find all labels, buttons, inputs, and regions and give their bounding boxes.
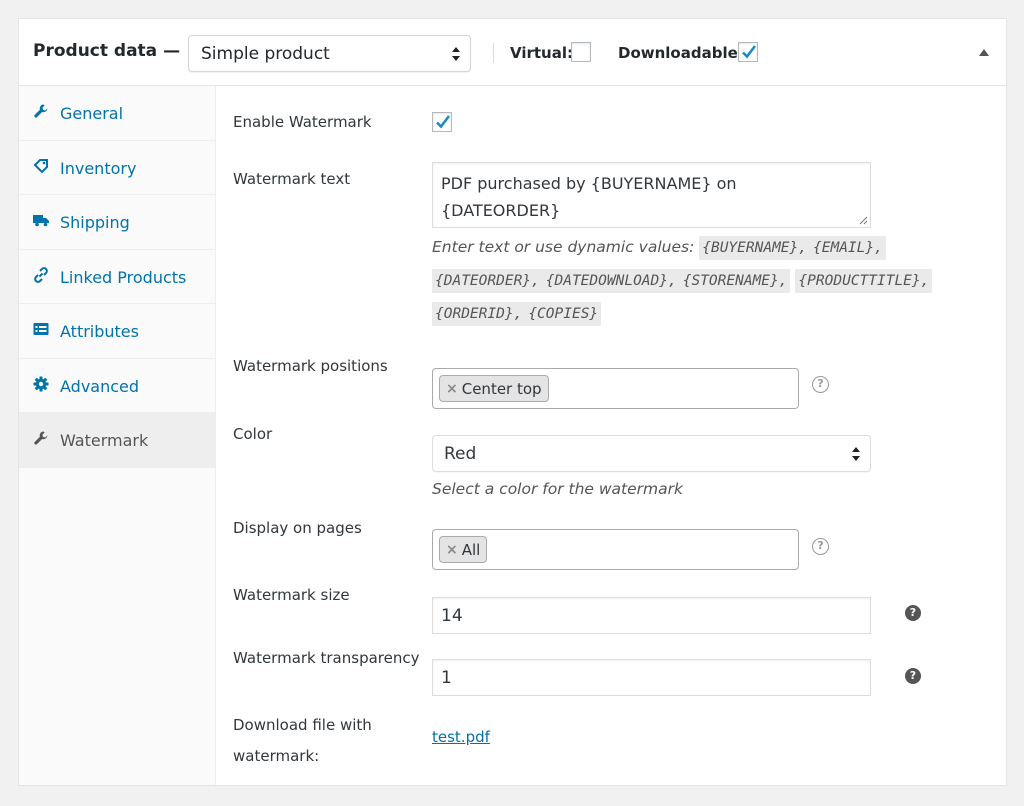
resize-handle-icon[interactable] bbox=[859, 216, 868, 225]
watermark-text-label: Watermark text bbox=[233, 170, 351, 188]
watermark-text-line2: {DATEORDER} bbox=[441, 201, 561, 220]
collapse-toggle-icon[interactable] bbox=[979, 49, 989, 56]
product-data-panel: Product data — Simple product Virtual: D… bbox=[18, 18, 1007, 786]
header-divider bbox=[493, 43, 494, 63]
tab-advanced[interactable]: Advanced bbox=[19, 359, 215, 413]
tab-label: Shipping bbox=[60, 213, 130, 232]
checkmark-icon bbox=[436, 115, 451, 129]
gear-icon bbox=[33, 376, 49, 391]
display-pages-select[interactable]: × All bbox=[432, 529, 799, 570]
dynamic-value: {PRODUCTTITLE}, bbox=[795, 269, 933, 293]
select-arrows-icon bbox=[452, 47, 460, 61]
watermark-text-field[interactable]: PDF purchased by {BUYERNAME} on {DATEORD… bbox=[432, 162, 871, 228]
enable-watermark-checkbox[interactable] bbox=[432, 112, 452, 132]
dynamic-value: {DATEORDER}, bbox=[432, 269, 543, 293]
remove-chip-icon[interactable]: × bbox=[446, 542, 458, 558]
panel-title: Product data — bbox=[33, 41, 181, 61]
truck-icon bbox=[33, 215, 49, 227]
remove-chip-icon[interactable]: × bbox=[446, 381, 458, 397]
tab-general[interactable]: General bbox=[19, 86, 215, 141]
watermark-text-line1: PDF purchased by {BUYERNAME} on bbox=[441, 174, 737, 193]
help-icon[interactable]: ? bbox=[905, 668, 921, 684]
virtual-label: Virtual: bbox=[510, 44, 573, 62]
product-type-value: Simple product bbox=[201, 44, 330, 64]
tab-label: Watermark bbox=[60, 431, 149, 450]
download-file-label: Download file with watermark: bbox=[233, 710, 372, 772]
tag-icon bbox=[33, 158, 48, 173]
panel-header: Product data — Simple product Virtual: D… bbox=[19, 19, 1006, 86]
product-data-tabs: General Inventory Shipping Linked Produc… bbox=[19, 86, 216, 785]
download-label-line2: watermark: bbox=[233, 747, 320, 765]
link-icon bbox=[34, 266, 48, 283]
download-link[interactable]: test.pdf bbox=[432, 728, 490, 746]
dynamic-value: {ORDERID}, bbox=[432, 302, 526, 326]
color-label: Color bbox=[233, 425, 273, 443]
watermark-form: Enable Watermark Watermark text PDF purc… bbox=[216, 86, 1006, 785]
dynamic-value: {BUYERNAME}, bbox=[699, 236, 810, 260]
display-pages-label: Display on pages bbox=[233, 519, 362, 537]
help-icon[interactable]: ? bbox=[812, 376, 829, 393]
tab-inventory[interactable]: Inventory bbox=[19, 141, 215, 195]
dynamic-value: {COPIES} bbox=[525, 302, 602, 326]
wrench-icon bbox=[34, 104, 48, 118]
dynamic-value: {DATEDOWNLOAD}, bbox=[542, 269, 680, 293]
color-description: Select a color for the watermark bbox=[432, 480, 683, 498]
watermark-transparency-input[interactable]: 1 bbox=[432, 659, 871, 696]
position-chip: × Center top bbox=[439, 375, 549, 402]
watermark-text-description: Enter text or use dynamic values: {BUYER… bbox=[432, 231, 952, 330]
page-chip: × All bbox=[439, 536, 488, 563]
enable-watermark-label: Enable Watermark bbox=[233, 113, 372, 131]
product-type-select[interactable]: Simple product bbox=[188, 35, 471, 72]
select-arrows-icon bbox=[852, 447, 860, 461]
color-select[interactable]: Red bbox=[432, 435, 871, 472]
help-icon[interactable]: ? bbox=[905, 605, 921, 621]
color-value: Red bbox=[444, 444, 477, 464]
watermark-positions-select[interactable]: × Center top bbox=[432, 368, 799, 409]
dynamic-value: {EMAIL}, bbox=[810, 236, 886, 260]
tab-watermark[interactable]: Watermark bbox=[19, 413, 215, 468]
checkmark-icon bbox=[742, 45, 757, 59]
chip-label: Center top bbox=[461, 379, 542, 398]
virtual-checkbox[interactable] bbox=[571, 42, 591, 62]
wrench-icon bbox=[34, 431, 48, 445]
downloadable-label: Downloadable: bbox=[618, 44, 744, 62]
watermark-size-input[interactable]: 14 bbox=[432, 597, 871, 634]
tab-label: Advanced bbox=[60, 376, 140, 396]
tab-label: Attributes bbox=[60, 322, 139, 341]
tab-label: General bbox=[60, 104, 124, 123]
help-icon[interactable]: ? bbox=[812, 538, 829, 555]
list-icon bbox=[33, 323, 49, 335]
dynamic-value: {STORENAME}, bbox=[679, 269, 791, 293]
description-text: Enter text or use dynamic values: bbox=[432, 238, 695, 256]
watermark-positions-label: Watermark positions bbox=[233, 357, 388, 375]
chip-label: All bbox=[461, 540, 481, 559]
tab-linked-products[interactable]: Linked Products bbox=[19, 250, 215, 304]
watermark-size-label: Watermark size bbox=[233, 586, 350, 604]
watermark-transparency-label: Watermark transparency bbox=[233, 649, 420, 667]
tab-label: Inventory bbox=[60, 158, 137, 178]
tab-shipping[interactable]: Shipping bbox=[19, 195, 215, 250]
downloadable-checkbox[interactable] bbox=[738, 42, 758, 62]
download-label-line1: Download file with bbox=[233, 716, 372, 734]
tab-attributes[interactable]: Attributes bbox=[19, 304, 215, 359]
tab-label: Linked Products bbox=[60, 267, 187, 287]
